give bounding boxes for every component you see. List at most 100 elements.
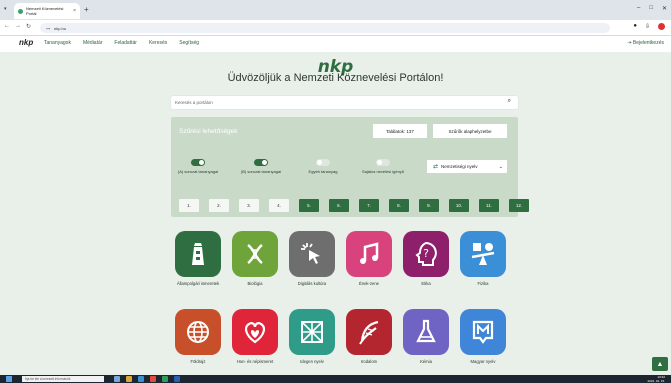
grade-button-3[interactable]: 3.	[239, 199, 259, 212]
portal-search-input[interactable]: Keresés a portálon ⌕	[171, 96, 518, 109]
profile-avatar[interactable]	[658, 23, 665, 30]
grade-button-9[interactable]: 9.	[419, 199, 439, 212]
shapes-balance-icon[interactable]	[460, 231, 506, 277]
chevron-down-icon: ⌄	[498, 163, 503, 170]
toggle-sni[interactable]: Sajátos nevelési igényű	[360, 159, 406, 174]
subject-name[interactable]: Idegen nyelv	[282, 359, 342, 364]
toggle-label: Sajátos nevelési igényű	[361, 169, 405, 174]
nav-feladattar[interactable]: Feladattár	[114, 40, 137, 46]
subject-name[interactable]: Biológia	[225, 281, 285, 286]
subject-name[interactable]: Fizika	[453, 281, 513, 286]
subject-card[interactable]: Biológia	[225, 231, 285, 286]
subject-card[interactable]: Magyar nyelv	[453, 309, 513, 364]
grade-button-12[interactable]: 12.	[509, 199, 529, 212]
grade-button-6[interactable]: 6.	[329, 199, 349, 212]
site-logo[interactable]: nkp	[19, 38, 33, 47]
subject-name[interactable]: Állampolgári ismeretek	[168, 281, 228, 286]
address-bar[interactable]: ⊶ nkp.hu	[40, 23, 610, 33]
toggle-series-b[interactable]: (B) sorozat tananyagai	[238, 159, 284, 174]
windows-start-icon[interactable]	[6, 376, 12, 382]
toggle-switch[interactable]	[191, 159, 205, 166]
subject-card[interactable]: Digitális kultúra	[282, 231, 342, 286]
nav-segitseg[interactable]: Segítség	[179, 40, 199, 46]
subject-name[interactable]: Ének-zene	[339, 281, 399, 286]
globe-icon[interactable]	[175, 309, 221, 355]
quill-icon[interactable]	[346, 309, 392, 355]
new-tab-button[interactable]: +	[84, 5, 89, 15]
filter-panel: Szűrési lehetőségek Találatok: 137 Szűrő…	[171, 117, 529, 217]
nav-mediatar[interactable]: Médiatár	[83, 40, 102, 46]
subject-card[interactable]: Irodalom	[339, 309, 399, 364]
tab-title: Nemzeti Köznevelési Portál	[26, 6, 64, 16]
taskbar-clock[interactable]: 10:32 2024. 01. 15.	[647, 375, 665, 383]
chrome-icon[interactable]	[150, 376, 156, 382]
tab-menu-icon[interactable]: ▾	[4, 6, 7, 12]
subject-card[interactable]: Idegen nyelv	[282, 309, 342, 364]
grade-button-11[interactable]: 11.	[479, 199, 499, 212]
subject-name[interactable]: Kémia	[396, 359, 456, 364]
nav-kereses[interactable]: Keresés	[149, 40, 167, 46]
language-select[interactable]: ⇄ Nemzetiségi nyelv ⌄	[427, 160, 507, 173]
lighthouse-icon[interactable]	[175, 231, 221, 277]
speech-m-icon[interactable]	[460, 309, 506, 355]
grade-button-1[interactable]: 1.	[179, 199, 199, 212]
file-explorer-icon[interactable]	[126, 376, 132, 382]
music-note-icon[interactable]	[346, 231, 392, 277]
os-taskbar: Írja be ide a keresett információt 10:32…	[0, 375, 671, 383]
subject-name[interactable]: Földrajz	[168, 359, 228, 364]
search-icon[interactable]: ⌕	[508, 98, 511, 105]
toggle-other[interactable]: Egyéb tananyag	[300, 159, 346, 174]
subject-name[interactable]: Irodalom	[339, 359, 399, 364]
download-icon[interactable]: ⇩	[645, 23, 650, 30]
subject-name[interactable]: Etika	[396, 281, 456, 286]
subject-card[interactable]: ? Etika	[396, 231, 456, 286]
browser-tab[interactable]: Nemzeti Köznevelési Portál ×	[14, 3, 80, 19]
scroll-to-top-button[interactable]: ▲	[652, 357, 668, 371]
close-window-icon[interactable]: ✕	[662, 5, 667, 12]
forward-icon[interactable]: →	[15, 23, 21, 30]
flag-icon[interactable]	[289, 309, 335, 355]
taskbar-search-input[interactable]: Írja be ide a keresett információt	[22, 376, 104, 382]
toggle-switch[interactable]	[316, 159, 330, 166]
subject-card[interactable]: Hon- és népismeret	[225, 309, 285, 364]
nav-tananyagok[interactable]: Tananyagok	[44, 40, 71, 46]
cursor-click-icon[interactable]	[289, 231, 335, 277]
reload-icon[interactable]: ↻	[26, 23, 31, 30]
grade-button-7[interactable]: 7.	[359, 199, 379, 212]
subject-card[interactable]: Állampolgári ismeretek	[168, 231, 228, 286]
subject-name[interactable]: Digitális kultúra	[282, 281, 342, 286]
subject-card[interactable]: Ének-zene	[339, 231, 399, 286]
close-tab-icon[interactable]: ×	[73, 8, 76, 14]
login-link[interactable]: ⇥ Bejelentkezés	[627, 40, 664, 46]
toggle-series-a[interactable]: (A) sorozat tananyagai	[175, 159, 221, 174]
grade-button-8[interactable]: 8.	[389, 199, 409, 212]
toggle-switch[interactable]	[376, 159, 390, 166]
grade-button-4[interactable]: 4.	[269, 199, 289, 212]
subject-name[interactable]: Magyar nyelv	[453, 359, 513, 364]
subject-card[interactable]: Kémia	[396, 309, 456, 364]
question-head-icon[interactable]: ?	[403, 231, 449, 277]
word-icon[interactable]	[174, 376, 180, 382]
dna-icon[interactable]	[232, 231, 278, 277]
subject-name[interactable]: Hon- és népismeret	[225, 359, 285, 364]
flask-icon[interactable]	[403, 309, 449, 355]
back-icon[interactable]: ←	[4, 23, 10, 30]
site-info-icon[interactable]: ⊶	[46, 26, 50, 31]
svg-text:?: ?	[423, 247, 429, 260]
grade-button-10[interactable]: 10.	[449, 199, 469, 212]
translate-icon: ⇄	[433, 164, 439, 170]
task-view-icon[interactable]	[114, 376, 120, 382]
minimize-icon[interactable]: –	[637, 5, 640, 12]
reset-filters-button[interactable]: Szűrők alaphelyzetbe	[433, 124, 507, 138]
excel-icon[interactable]	[162, 376, 168, 382]
grade-button-5[interactable]: 5.	[299, 199, 319, 212]
folk-motif-icon[interactable]	[232, 309, 278, 355]
extension-icon[interactable]: ●	[633, 23, 637, 30]
grade-button-2[interactable]: 2.	[209, 199, 229, 212]
maximize-icon[interactable]: □	[649, 5, 653, 12]
taskbar-search-placeholder: Írja be ide a keresett információt	[25, 377, 71, 381]
subject-card[interactable]: Fizika	[453, 231, 513, 286]
subject-card[interactable]: Földrajz	[168, 309, 228, 364]
edge-icon[interactable]	[138, 376, 144, 382]
toggle-switch[interactable]	[254, 159, 268, 166]
